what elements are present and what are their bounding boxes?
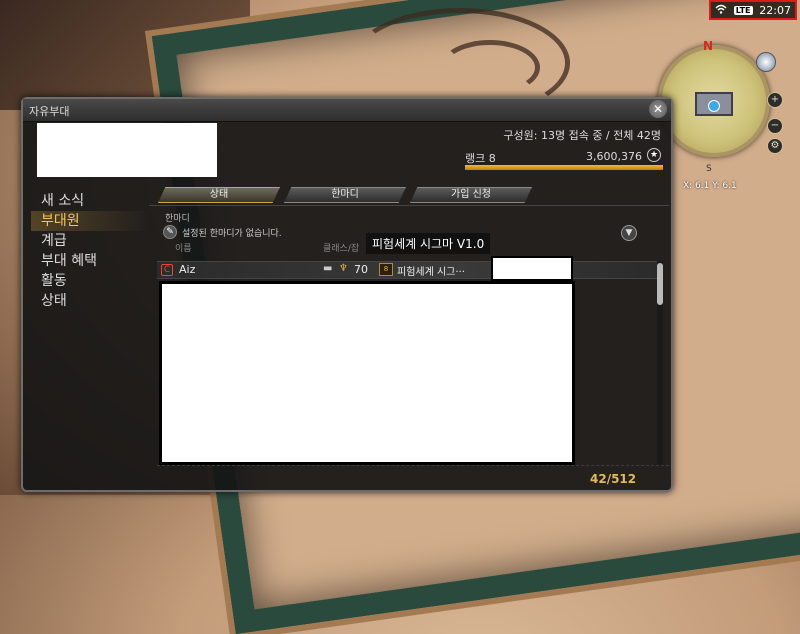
- redacted-member-list: [159, 281, 575, 465]
- member-name: Aiz: [179, 263, 196, 276]
- close-icon[interactable]: ✕: [649, 100, 667, 118]
- filter-icon[interactable]: ▼: [621, 225, 637, 241]
- compass-south: S: [706, 164, 712, 174]
- rank-badge-icon: 8: [379, 263, 393, 276]
- rank-points: 3,600,376: [586, 150, 642, 163]
- rank-progress-fill: [465, 165, 663, 170]
- member-rank: 피험세계 시그···: [397, 267, 465, 278]
- tab-bar: 상태 한마디 가입 신청: [158, 187, 536, 203]
- column-header-name[interactable]: 이름: [175, 241, 192, 254]
- rank-tooltip: 피험세계 시그마 V1.0: [366, 233, 491, 254]
- settings-gear-icon[interactable]: ⚙: [767, 138, 783, 154]
- sidebar-item-news[interactable]: 새 소식: [31, 191, 149, 211]
- status-bar: LTE 22:07: [709, 0, 797, 20]
- sidebar-item-activity[interactable]: 활동: [31, 271, 149, 291]
- window-title: 자유부대: [29, 105, 70, 118]
- members-summary: 구성원: 13명 접속 중 / 전체 42명: [503, 129, 661, 142]
- sidebar-item-ranks[interactable]: 계급: [31, 231, 149, 251]
- rank-label: 랭크 8: [465, 152, 496, 165]
- motto-text: 설정된 한마디가 없습니다.: [182, 228, 282, 239]
- chat-icon: ▬: [323, 263, 333, 274]
- wifi-icon: [715, 4, 727, 17]
- map-coordinates: X: 6.1 Y: 6.1: [683, 181, 737, 191]
- motto-label: 한마디: [165, 214, 190, 224]
- zoom-in-icon[interactable]: +: [767, 92, 783, 108]
- weather-icon: [756, 52, 776, 72]
- online-status-icon: C: [161, 264, 173, 276]
- zoom-out-icon[interactable]: −: [767, 118, 783, 134]
- motto-row: ✎ 설정된 한마디가 없습니다.: [163, 225, 282, 239]
- sidebar-nav: 새 소식 부대원 계급 부대 혜택 활동 상태: [31, 191, 149, 311]
- map-aetheryte-icon: [708, 100, 720, 112]
- sidebar-item-benefits[interactable]: 부대 혜택: [31, 251, 149, 271]
- free-company-window: 자유부대 ✕ 구성원: 13명 접속 중 / 전체 42명 랭크 8 3,600…: [21, 97, 673, 492]
- tab-status[interactable]: 상태: [158, 187, 280, 203]
- window-titlebar[interactable]: 자유부대 ✕: [23, 99, 671, 122]
- redacted-company-name: [37, 123, 217, 177]
- carpet-ornament: [440, 40, 540, 95]
- sidebar-item-members[interactable]: 부대원: [31, 211, 149, 231]
- column-header-class[interactable]: 클래스/잡: [323, 241, 359, 254]
- rank-progress-bar: [465, 165, 663, 170]
- class-job-icon: ♆: [339, 263, 348, 274]
- member-counter: 42/512: [590, 472, 637, 486]
- tab-applications[interactable]: 가입 신청: [410, 187, 532, 203]
- tab-motto[interactable]: 한마디: [284, 187, 406, 203]
- table-row[interactable]: C Aiz ▬ ♆ 70 8 피험세계 시그···: [157, 261, 657, 279]
- redacted-area: [491, 256, 573, 281]
- sidebar-item-status[interactable]: 상태: [31, 291, 149, 311]
- rank-star-icon: ★: [647, 148, 661, 162]
- scrollbar-thumb[interactable]: [657, 263, 663, 305]
- compass-north: N: [703, 39, 714, 53]
- tab-divider: [149, 205, 669, 206]
- member-level: 70: [354, 263, 368, 276]
- pencil-icon[interactable]: ✎: [163, 225, 177, 239]
- network-badge: LTE: [733, 5, 753, 15]
- list-divider: [157, 465, 669, 466]
- clock: 22:07: [759, 3, 791, 17]
